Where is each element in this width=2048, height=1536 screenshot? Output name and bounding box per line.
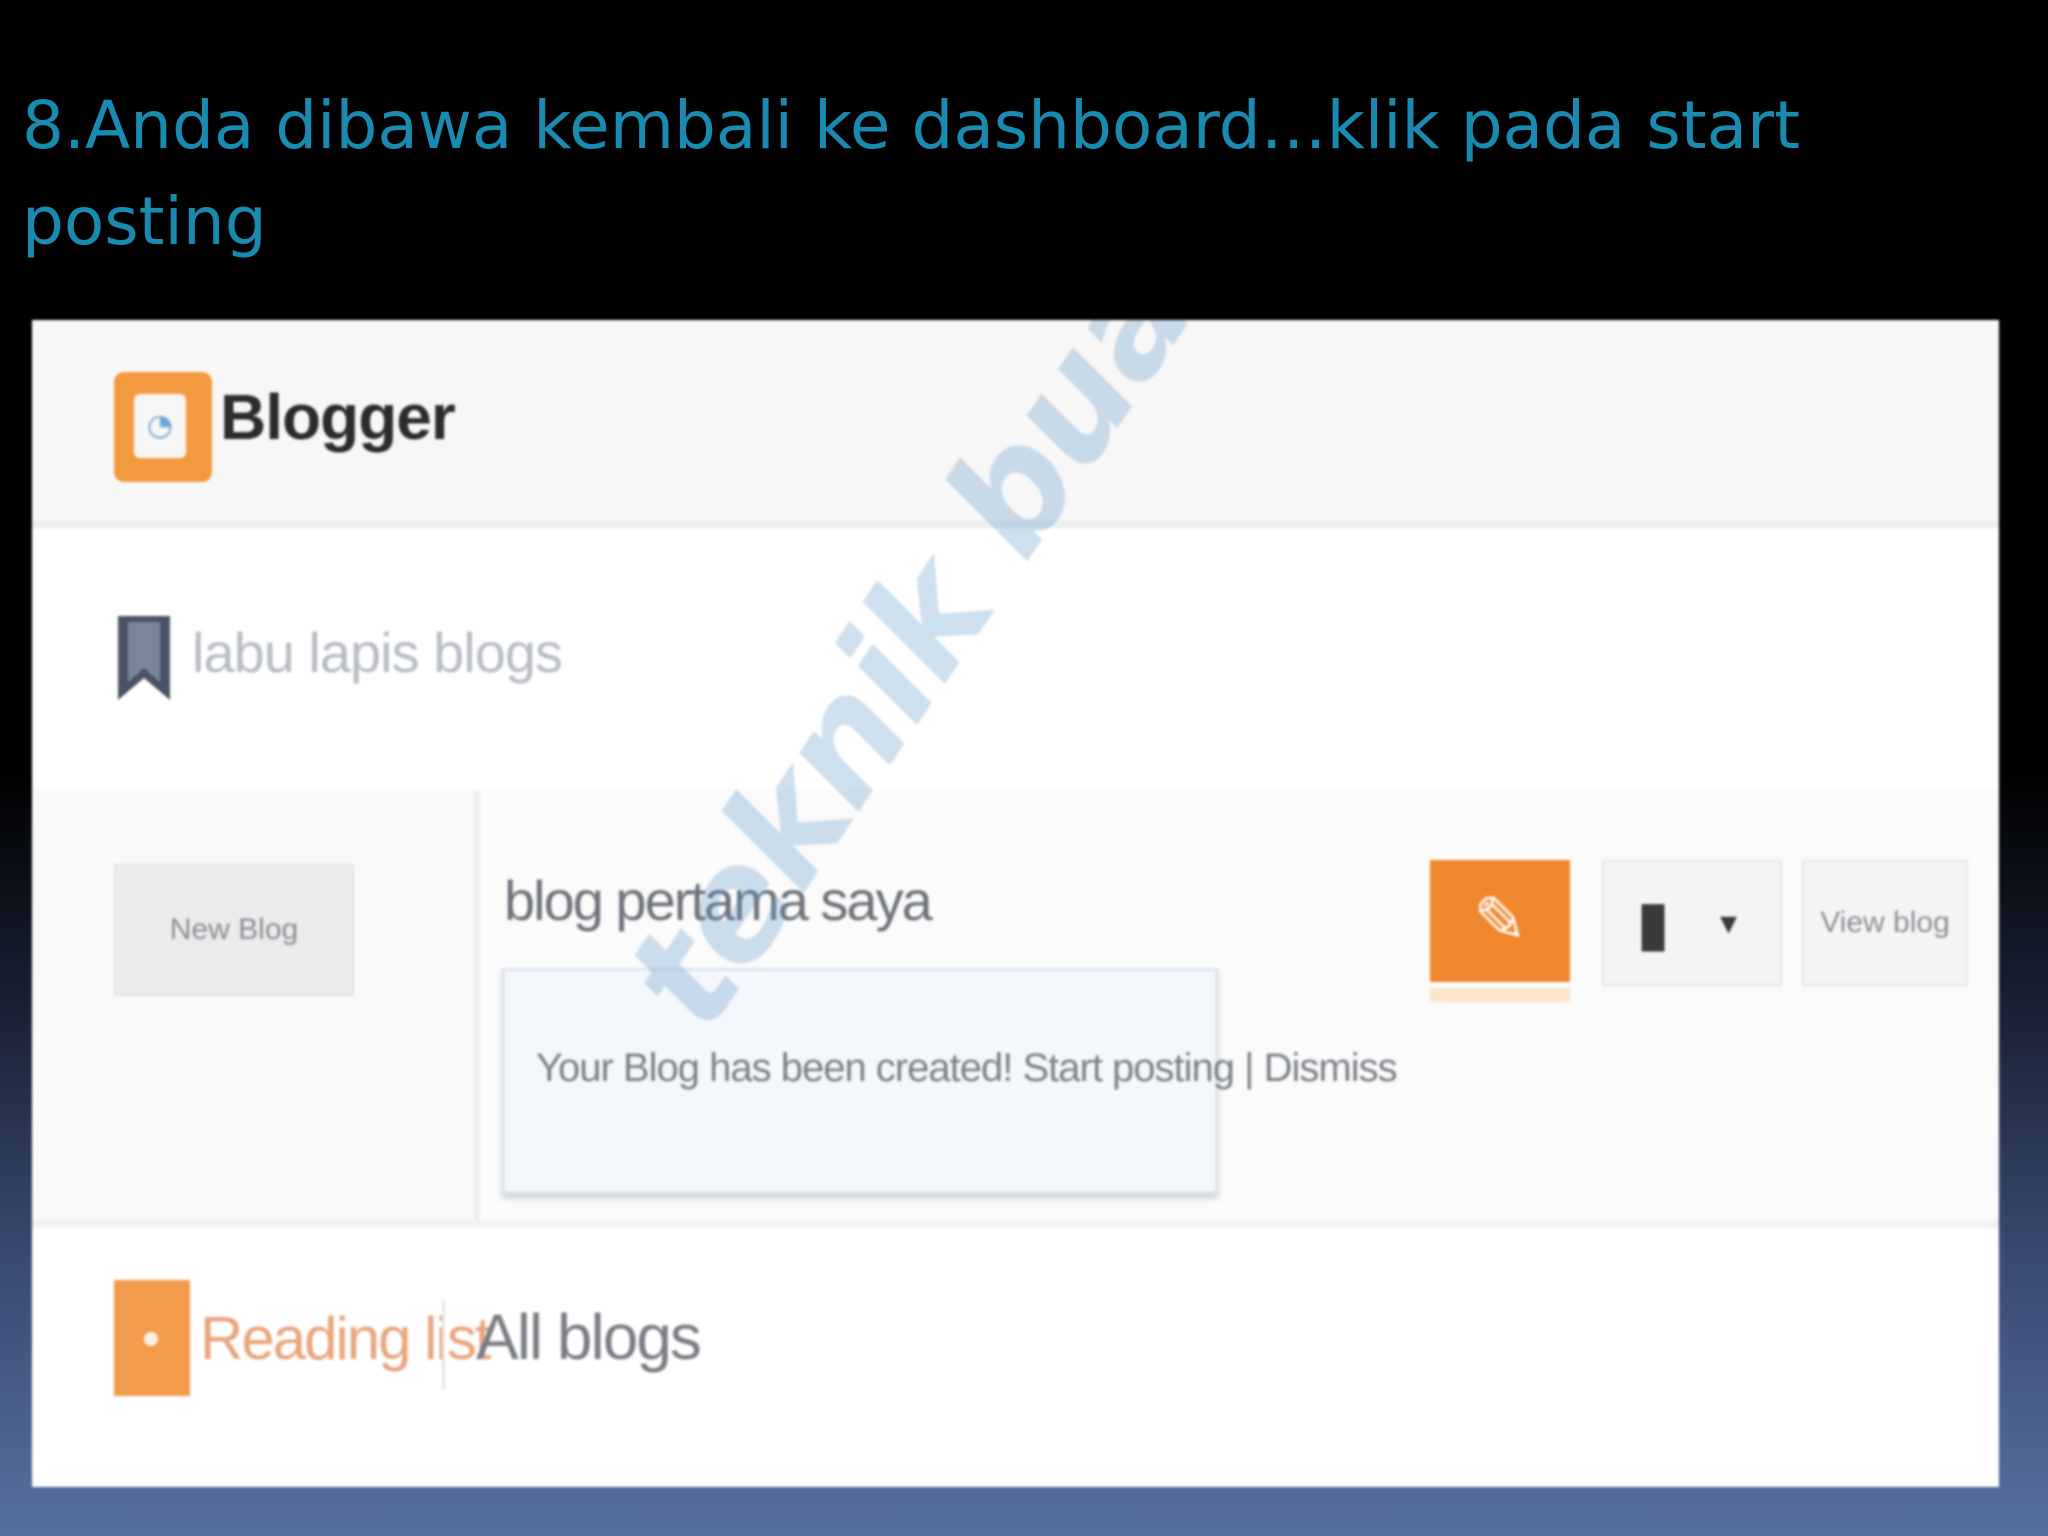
user-blog-label[interactable]: labu lapis blogs: [192, 620, 563, 685]
tab-divider: [442, 1300, 445, 1390]
blogger-dashboard-screenshot: ◔ Blogger labu lapis blogs New Blog blog…: [32, 320, 1999, 1487]
pencil-icon: ✎: [1473, 884, 1527, 958]
blogger-logo-icon[interactable]: ◔: [114, 372, 212, 482]
blogger-logo-text[interactable]: Blogger: [220, 380, 456, 454]
page-icon: ▮: [1636, 886, 1671, 959]
reading-list-tab[interactable]: Reading list: [200, 1304, 492, 1373]
new-blog-button[interactable]: New Blog: [114, 864, 354, 996]
reading-list-icon: [114, 1280, 190, 1396]
new-post-button[interactable]: ✎: [1430, 860, 1570, 982]
chevron-down-icon: ▾: [1720, 903, 1738, 943]
view-blog-button[interactable]: View blog: [1802, 860, 1968, 986]
posts-dropdown-button[interactable]: ▮ ▾: [1602, 860, 1782, 986]
all-blogs-tab[interactable]: All blogs: [476, 1300, 702, 1374]
bookmark-icon: [118, 616, 170, 700]
new-post-highlight: [1430, 988, 1570, 1002]
slide-title: 8.Anda dibawa kembali ke dashboard…klik …: [22, 87, 1801, 260]
notice-text[interactable]: Your Blog has been created! Start postin…: [536, 1046, 1398, 1091]
